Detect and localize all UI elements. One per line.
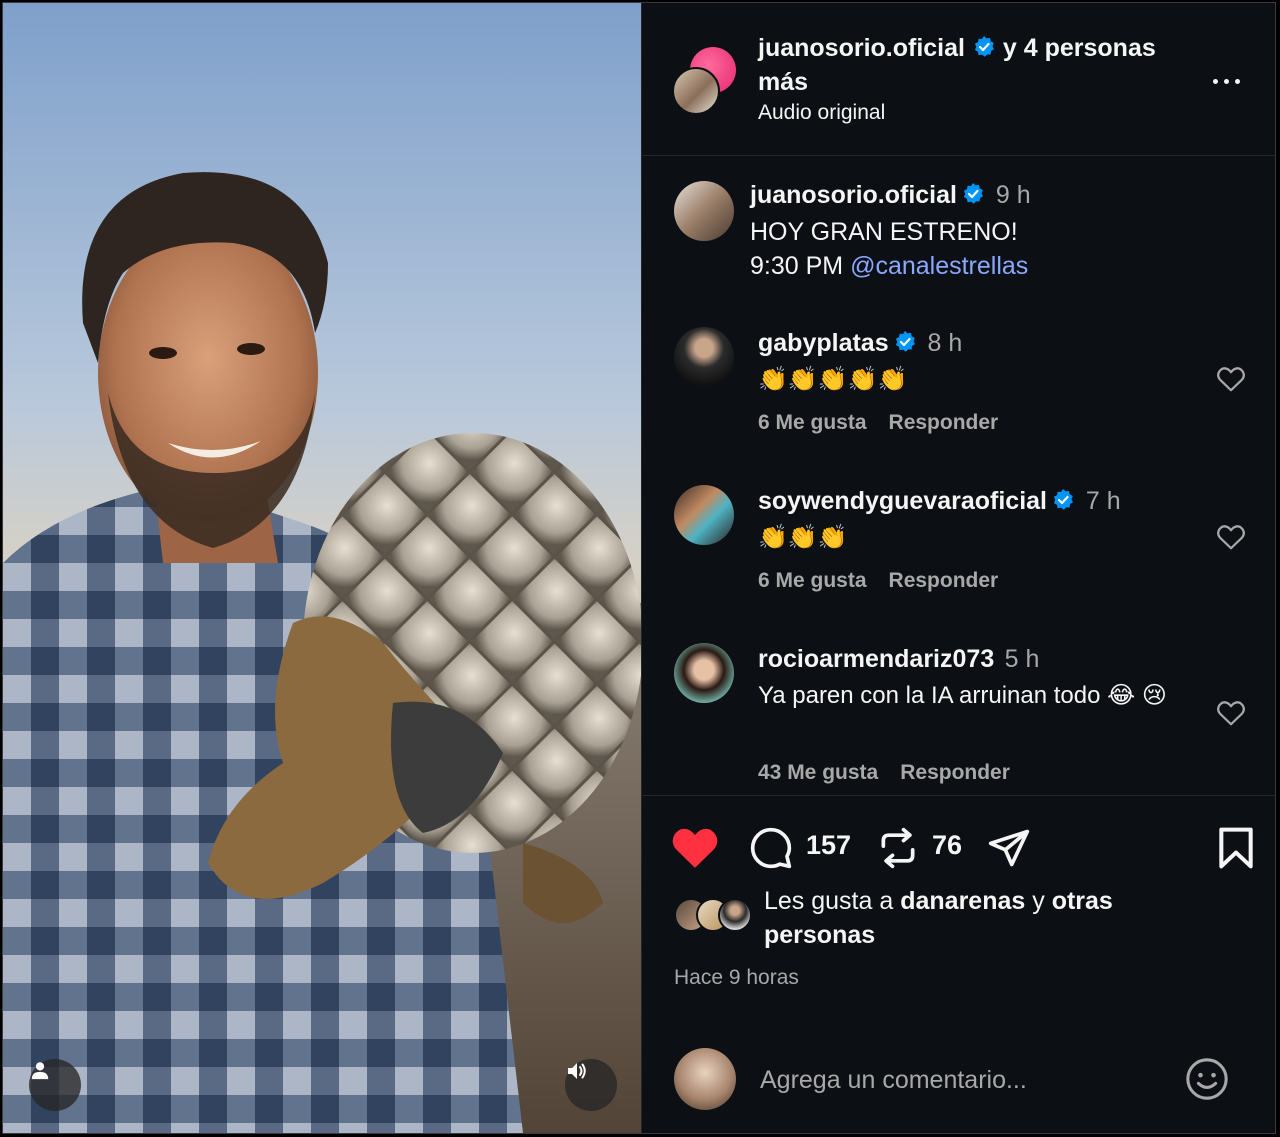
heart-icon: [1217, 701, 1245, 726]
comment-text: 👏👏👏: [758, 524, 848, 551]
caption-username[interactable]: juanosorio.oficial: [750, 181, 957, 209]
bookmark-icon: [1219, 827, 1253, 869]
comment-likes[interactable]: 43 Me gusta: [758, 761, 878, 784]
more-options-icon: [1212, 78, 1218, 84]
comment-avatar[interactable]: [674, 485, 734, 545]
share-icon: [988, 829, 1030, 867]
verified-badge-icon: [1054, 489, 1074, 510]
post-actions: 157 76 Les gusta a danarenas y otras per…: [642, 795, 1275, 1133]
comment-likes[interactable]: 6 Me gusta: [758, 569, 867, 592]
comment-time[interactable]: 5 h: [1005, 645, 1040, 673]
volume-icon: [568, 1063, 586, 1079]
comment-time[interactable]: 7 h: [1086, 487, 1121, 515]
comment-composer: [674, 1048, 1254, 1112]
caption-text: HOY GRAN ESTRENO! 9:30 PM @canalestrella…: [750, 215, 1180, 283]
tagged-users-button[interactable]: [29, 1059, 81, 1111]
comments-list[interactable]: juanosorio.oficial 9 h HOY GRAN ESTRENO!…: [642, 157, 1275, 795]
user-icon: [31, 1062, 49, 1080]
liker-avatar: [718, 898, 752, 932]
caption-mention[interactable]: @canalestrellas: [850, 252, 1028, 280]
emoji-button[interactable]: [1184, 1056, 1230, 1102]
likes-prefix: Les gusta a: [764, 887, 894, 915]
video-frame-illustration: [3, 3, 641, 1133]
comment-icon: [750, 827, 792, 869]
author-avatar: [672, 67, 720, 115]
author-username[interactable]: juanosorio.oficial: [758, 34, 965, 62]
repost-icon: [881, 827, 915, 869]
heart-icon: [672, 828, 718, 868]
action-bar: 157 76: [670, 824, 1253, 875]
caption-avatar[interactable]: [674, 181, 734, 241]
coauthor-avatars[interactable]: [672, 47, 738, 117]
current-user-avatar: [674, 1048, 736, 1110]
liker-avatars: [674, 898, 764, 932]
reply-button[interactable]: Responder: [889, 411, 999, 434]
verified-badge-icon: [895, 331, 916, 352]
emoji-icon: [1186, 1058, 1228, 1100]
comment-text: 👏👏👏👏👏: [758, 366, 908, 393]
likes-user[interactable]: danarenas: [900, 887, 1025, 915]
repost-button[interactable]: [876, 826, 920, 875]
comment-button[interactable]: [748, 826, 794, 875]
comment-username[interactable]: gabyplatas: [758, 329, 889, 357]
volume-button[interactable]: [565, 1059, 617, 1111]
comment-count[interactable]: 157: [806, 830, 851, 861]
comment-avatar[interactable]: [674, 327, 734, 387]
heart-icon: [1217, 525, 1245, 550]
comment-like-button[interactable]: [1216, 523, 1246, 551]
repost-count[interactable]: 76: [932, 830, 962, 861]
comment-input[interactable]: [760, 1060, 1160, 1100]
comment-like-button[interactable]: [1216, 699, 1246, 727]
comment-username[interactable]: soywendyguevaraoficial: [758, 487, 1047, 515]
comment-avatar[interactable]: [674, 643, 734, 703]
verified-badge-icon: [974, 36, 994, 57]
reply-button[interactable]: Responder: [900, 761, 1010, 784]
more-options-button[interactable]: [1206, 69, 1246, 93]
comment-item: soywendyguevaraoficial 7 h 👏👏👏 6 Me gust…: [642, 485, 1275, 605]
comment-username[interactable]: rocioarmendariz073: [758, 645, 994, 673]
share-button[interactable]: [986, 826, 1032, 875]
post-header: juanosorio.oficial y 4 personas más Audi…: [642, 3, 1275, 156]
post-authors: juanosorio.oficial y 4 personas más: [758, 31, 1198, 99]
caption-line-1: HOY GRAN ESTRENO!: [750, 218, 1018, 246]
caption-line-2: 9:30 PM: [750, 252, 844, 280]
comment-likes[interactable]: 6 Me gusta: [758, 411, 867, 434]
comment-time[interactable]: 8 h: [928, 329, 963, 357]
verified-badge-icon: [964, 183, 984, 204]
comment-like-button[interactable]: [1216, 365, 1246, 393]
post-video[interactable]: [3, 3, 641, 1133]
heart-icon: [1217, 367, 1245, 392]
post-modal: juanosorio.oficial y 4 personas más Audi…: [2, 2, 1276, 1134]
post-timestamp[interactable]: Hace 9 horas: [674, 966, 799, 990]
save-button[interactable]: [1216, 826, 1256, 875]
comment-text: Ya paren con la IA arruinan todo 😂 😢: [758, 682, 1167, 709]
likes-middle: y: [1032, 887, 1045, 915]
caption: juanosorio.oficial 9 h HOY GRAN ESTRENO!…: [642, 181, 1275, 301]
comment-item: rocioarmendariz073 5 h Ya paren con la I…: [642, 643, 1275, 793]
like-button[interactable]: [670, 824, 720, 875]
caption-time[interactable]: 9 h: [996, 181, 1031, 209]
comment-item: gabyplatas 8 h 👏👏👏👏👏 6 Me gusta Responder: [642, 327, 1275, 447]
audio-label[interactable]: Audio original: [758, 101, 885, 125]
reply-button[interactable]: Responder: [889, 569, 999, 592]
post-details-panel: juanosorio.oficial y 4 personas más Audi…: [641, 3, 1275, 1133]
likes-text: Les gusta a danarenas y otras personas: [764, 884, 1204, 952]
